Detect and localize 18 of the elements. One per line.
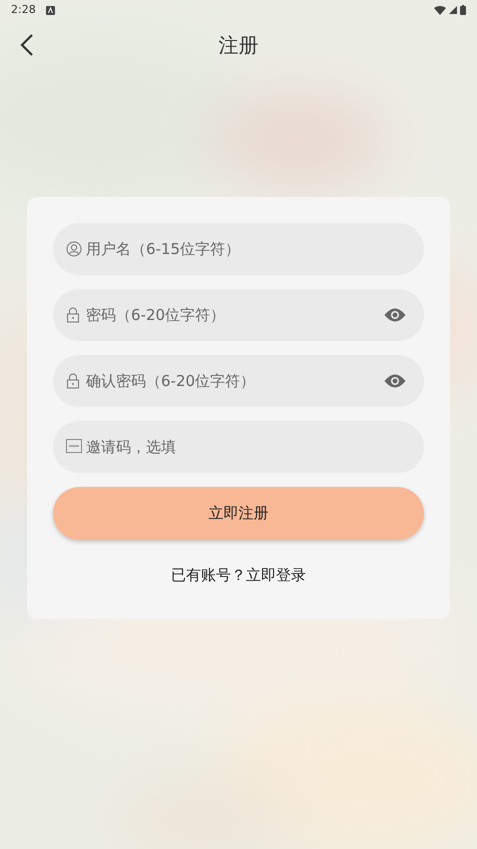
chevron-left-icon[interactable]: [20, 33, 34, 57]
input-field[interactable]: 密码（6-20位字符）: [53, 289, 424, 341]
lock-icon: [66, 373, 80, 389]
signal-icon: [449, 6, 457, 14]
battery-icon: [460, 5, 466, 15]
user-icon: [66, 241, 82, 257]
input-field[interactable]: 邀请码，选填: [53, 421, 424, 473]
wifi-icon: [434, 6, 446, 14]
lock-icon: [66, 307, 80, 323]
eye-icon[interactable]: [384, 308, 406, 322]
keyboard-icon: [66, 439, 82, 453]
register-button[interactable]: 立即注册: [53, 487, 424, 540]
input-field[interactable]: 用户名（6-15位字符）: [53, 223, 424, 275]
eye-icon[interactable]: [384, 374, 406, 388]
status-time: 2:28: [11, 2, 36, 18]
input-field[interactable]: 确认密码（6-20位字符）: [53, 355, 424, 407]
login-link[interactable]: 已有账号？立即登录: [171, 564, 306, 586]
page-title: 注册: [218, 32, 258, 59]
